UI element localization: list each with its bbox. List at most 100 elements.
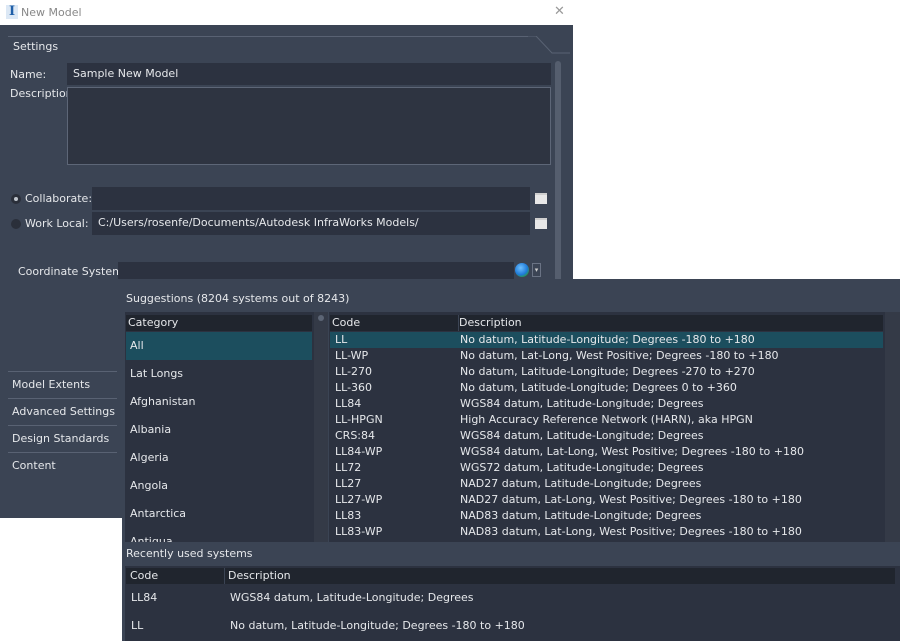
name-input[interactable]: Sample New Model <box>67 63 551 85</box>
row-description: No datum, Latitude-Longitude; Degrees -2… <box>460 365 755 378</box>
row-code: LL-270 <box>335 365 373 378</box>
background-area <box>0 518 122 641</box>
folder-icon[interactable] <box>535 193 547 204</box>
settings-scrollbar[interactable] <box>555 61 561 303</box>
table-row[interactable]: LL-360 No datum, Latitude-Longitude; Degr… <box>330 380 883 396</box>
code-column-header[interactable]: Code <box>332 315 360 331</box>
row-code: LL-WP <box>335 349 369 362</box>
table-row[interactable]: LL84 WGS84 datum, Latitude-Longitude; De… <box>126 584 895 612</box>
category-list: Category All Lat Longs Afghanistan Alban… <box>125 312 328 542</box>
recent-title: Recently used systems <box>126 547 253 560</box>
work-local-radio[interactable] <box>11 219 21 229</box>
suggestions-table: Code Description LL No datum, Latitude-Lo… <box>329 312 900 542</box>
coordinate-system-label: Coordinate System: <box>18 265 127 278</box>
table-row[interactable]: LL-270 No datum, Latitude-Longitude; Degr… <box>330 364 883 380</box>
table-row[interactable]: LL-WP No datum, Lat-Long, West Positive; … <box>330 348 883 364</box>
row-code: LL <box>335 333 348 346</box>
table-row[interactable]: LL83-WP NAD83 datum, Lat-Long, West Posit… <box>330 524 883 540</box>
recent-table: Code Description LL84 WGS84 datum, Latit… <box>125 566 900 641</box>
title-bar: I New Model ✕ <box>0 0 573 25</box>
table-row[interactable]: LL27 NAD27 datum, Latitude-Longitude; Deg… <box>330 476 883 492</box>
category-item[interactable]: Afghanistan <box>126 388 312 416</box>
sidebar-item-content[interactable]: Content <box>8 452 117 479</box>
row-code: LL <box>131 619 144 632</box>
row-code: LL84 <box>335 397 362 410</box>
settings-section-header[interactable]: Settings <box>8 36 570 57</box>
category-scrollbar[interactable] <box>314 312 328 542</box>
table-row[interactable]: CRS:84 WGS84 datum, Latitude-Longitude; D… <box>330 428 883 444</box>
table-row[interactable]: LL No datum, Latitude-Longitude; Degrees … <box>330 332 883 348</box>
row-code: LL83 <box>335 509 362 522</box>
tab-corner-decoration <box>520 36 570 54</box>
row-description: No datum, Lat-Long, West Positive; Degre… <box>460 349 779 362</box>
settings-label: Settings <box>13 40 59 53</box>
table-row[interactable]: LL84-WP WGS84 datum, Lat-Long, West Posit… <box>330 444 883 460</box>
suggestions-scrollbar[interactable] <box>885 312 900 542</box>
row-code: LL72 <box>335 461 362 474</box>
close-icon[interactable]: ✕ <box>554 4 565 19</box>
category-header[interactable]: Category <box>126 315 312 331</box>
row-description: WGS84 datum, Latitude-Longitude; Degrees <box>460 429 704 442</box>
description-column-header[interactable]: Description <box>458 315 522 331</box>
row-description: No datum, Latitude-Longitude; Degrees 0 … <box>460 381 737 394</box>
work-local-input[interactable]: C:/Users/rosenfe/Documents/Autodesk Infr… <box>92 212 530 235</box>
row-code: LL-360 <box>335 381 373 394</box>
collaborate-label: Collaborate: <box>25 192 93 205</box>
table-header: Code Description <box>330 315 883 331</box>
sidebar-item-label: Content <box>12 459 56 472</box>
table-row[interactable]: LL72 WGS72 datum, Latitude-Longitude; Deg… <box>330 460 883 476</box>
category-item[interactable]: Angola <box>126 472 312 500</box>
sidebar-item-model-extents[interactable]: Model Extents <box>8 371 117 398</box>
coordinate-system-input[interactable] <box>118 262 514 279</box>
row-description: WGS72 datum, Latitude-Longitude; Degrees <box>460 461 704 474</box>
sidebar-item-label: Model Extents <box>12 378 91 391</box>
description-column-header[interactable]: Description <box>224 568 291 584</box>
code-column-header[interactable]: Code <box>130 568 158 584</box>
row-code: LL-HPGN <box>335 413 383 426</box>
collaborate-input[interactable] <box>92 187 530 210</box>
row-description: NAD27 datum, Latitude-Longitude; Degrees <box>460 477 702 490</box>
table-row[interactable]: LL84 WGS84 datum, Latitude-Longitude; Deg… <box>330 396 883 412</box>
category-item[interactable]: Antarctica <box>126 500 312 528</box>
row-code: LL83-WP <box>335 525 383 538</box>
sidebar-item-design-standards[interactable]: Design Standards <box>8 425 117 452</box>
name-label: Name: <box>10 68 47 81</box>
globe-icon[interactable] <box>515 263 529 277</box>
category-item[interactable]: Albania <box>126 416 312 444</box>
row-description: NAD83 datum, Latitude-Longitude; Degrees <box>460 509 702 522</box>
category-item[interactable]: Antigua <box>126 528 312 542</box>
scrollbar-thumb[interactable] <box>318 315 324 321</box>
row-code: CRS:84 <box>335 429 376 442</box>
suggestions-title: Suggestions (8204 systems out of 8243) <box>126 292 350 305</box>
description-input[interactable] <box>67 87 551 165</box>
row-code: LL27 <box>335 477 362 490</box>
window-title: New Model <box>21 6 82 19</box>
work-local-label: Work Local: <box>25 217 89 230</box>
row-description: WGS84 datum, Latitude-Longitude; Degrees <box>460 397 704 410</box>
row-code: LL84 <box>131 591 158 604</box>
app-icon: I <box>6 5 18 19</box>
row-description: NAD27 datum, Lat-Long, West Positive; De… <box>460 493 802 506</box>
coordinate-system-dropdown: Suggestions (8204 systems out of 8243) C… <box>122 279 900 641</box>
table-header: Code Description <box>126 568 895 584</box>
sidebar-item-label: Advanced Settings <box>12 405 115 418</box>
category-item-all[interactable]: All <box>126 332 312 360</box>
table-row[interactable]: LL27-WP NAD27 datum, Lat-Long, West Posit… <box>330 492 883 508</box>
row-description: NAD83 datum, Lat-Long, West Positive; De… <box>460 525 802 538</box>
sidebar-item-advanced-settings[interactable]: Advanced Settings <box>8 398 117 425</box>
table-row[interactable]: LL-HPGN High Accuracy Reference Network (… <box>330 412 883 428</box>
row-description: No datum, Latitude-Longitude; Degrees -1… <box>230 619 525 632</box>
row-description: No datum, Latitude-Longitude; Degrees -1… <box>460 333 755 346</box>
category-item[interactable]: Lat Longs <box>126 360 312 388</box>
table-row[interactable]: LL83 NAD83 datum, Latitude-Longitude; Deg… <box>330 508 883 524</box>
chevron-down-icon[interactable]: ▾ <box>532 263 541 277</box>
table-row[interactable]: LL No datum, Latitude-Longitude; Degrees… <box>126 612 895 640</box>
category-item[interactable]: Algeria <box>126 444 312 472</box>
row-code: LL27-WP <box>335 493 383 506</box>
row-description: WGS84 datum, Lat-Long, West Positive; De… <box>460 445 804 458</box>
row-description: WGS84 datum, Latitude-Longitude; Degrees <box>230 591 474 604</box>
collaborate-radio[interactable] <box>11 194 21 204</box>
folder-icon[interactable] <box>535 218 547 229</box>
row-description: High Accuracy Reference Network (HARN), … <box>460 413 753 426</box>
sidebar-item-label: Design Standards <box>12 432 110 445</box>
